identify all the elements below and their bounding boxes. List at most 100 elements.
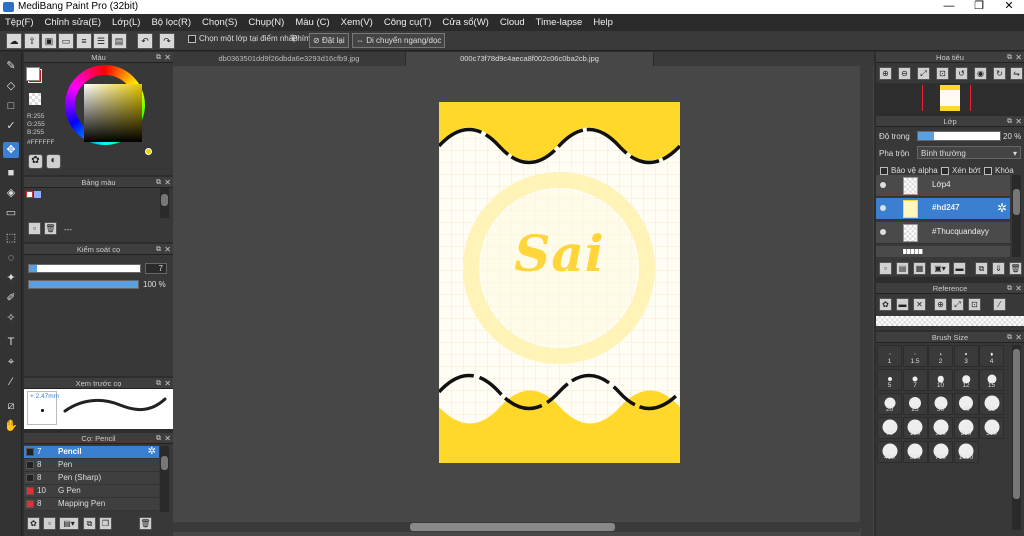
menu-window[interactable]: Cửa sổ(W) xyxy=(442,17,488,28)
brush-size-option[interactable]: 25 xyxy=(902,393,928,415)
fit-icon[interactable]: ⤢ xyxy=(917,67,930,80)
export-icon[interactable]: ▤ xyxy=(111,33,127,49)
add-brush-icon[interactable]: ✿ xyxy=(27,517,40,530)
rotate-left-icon[interactable]: ↺ xyxy=(955,67,968,80)
select-rect-tool-icon[interactable]: ⬚ xyxy=(3,230,19,246)
brush-list-scrollbar[interactable] xyxy=(160,446,169,512)
save-icon[interactable]: ▣ xyxy=(41,33,57,49)
brush-size-option[interactable]: 30 xyxy=(928,393,953,415)
saturation-box[interactable] xyxy=(84,84,142,142)
brush-menu-icon[interactable]: ▤▾ xyxy=(59,517,79,530)
menu-file[interactable]: Tệp(F) xyxy=(5,17,34,28)
undock-icon[interactable]: ⧉ xyxy=(156,433,161,444)
brush-item-pen-sharp[interactable]: 8 Pen (Sharp) xyxy=(24,472,159,485)
brush-size-option[interactable]: 15 xyxy=(979,369,1004,391)
menu-filter[interactable]: Bộ lọc(R) xyxy=(151,17,191,28)
eraser-tool-icon[interactable]: ◇ xyxy=(3,78,19,94)
close-panel-icon[interactable]: ✕ xyxy=(164,52,171,63)
brush-opacity-slider[interactable] xyxy=(28,280,139,289)
duplicate-layer-icon[interactable]: ⧉ xyxy=(975,262,988,275)
close-panel-icon[interactable]: ✕ xyxy=(164,244,171,255)
color-mode-icon[interactable]: ◐ xyxy=(46,154,61,169)
canvas-area[interactable]: db0363501dd9f26dbda6e3293d16cfb9.jpg 000… xyxy=(173,52,874,536)
duplicate-brush-icon[interactable]: ⧉ xyxy=(83,517,96,530)
zoom-in-icon[interactable]: ⊕ xyxy=(934,298,947,311)
eye-icon[interactable] xyxy=(880,229,886,235)
new-halftone-icon[interactable]: ▦ xyxy=(913,262,926,275)
shape-tool-icon[interactable]: □ xyxy=(3,98,19,114)
eyedropper-icon[interactable]: ⁄ xyxy=(993,298,1006,311)
menu-help[interactable]: Help xyxy=(593,17,613,28)
layer-item[interactable]: #Thucquandayy xyxy=(876,222,1010,244)
pen-tool-icon[interactable]: ✓ xyxy=(3,118,19,134)
cloud-icon[interactable]: ☁ xyxy=(6,33,22,49)
menu-snap[interactable]: Chụp(N) xyxy=(248,17,284,28)
restore-button[interactable]: ❐ xyxy=(964,0,994,14)
close-panel-icon[interactable]: ✕ xyxy=(1015,116,1022,127)
close-button[interactable]: ✕ xyxy=(994,0,1024,14)
brush-size-scrollbar[interactable] xyxy=(1012,345,1021,530)
close-panel-icon[interactable]: ✕ xyxy=(164,177,171,188)
canvas-horizontal-scrollbar[interactable] xyxy=(173,522,860,532)
layer-item[interactable]: Lớp4 xyxy=(876,175,1010,197)
undock-icon[interactable]: ⧉ xyxy=(156,244,161,255)
close-reference-icon[interactable]: ✕ xyxy=(913,298,926,311)
close-panel-icon[interactable]: ✕ xyxy=(1015,283,1022,294)
divide-tool-icon[interactable]: ⧄ xyxy=(3,398,19,414)
layer-scrollbar[interactable] xyxy=(1012,175,1021,257)
list-icon[interactable]: ☰ xyxy=(93,33,109,49)
new-brush-icon[interactable]: ▫ xyxy=(43,517,56,530)
gear-icon[interactable]: ✲ xyxy=(997,201,1007,215)
undock-icon[interactable]: ⧉ xyxy=(156,177,161,188)
eye-icon[interactable] xyxy=(880,182,886,188)
brush-size-option[interactable]: 40 xyxy=(953,393,979,415)
cloud-icon[interactable]: ✿ xyxy=(879,298,892,311)
brush-size-option[interactable]: 5 xyxy=(877,369,902,391)
menu-cloud[interactable]: Cloud xyxy=(500,17,525,28)
undock-icon[interactable]: ⧉ xyxy=(156,378,161,389)
undo-icon[interactable]: ↶ xyxy=(137,33,153,49)
close-panel-icon[interactable]: ✕ xyxy=(1015,52,1022,63)
comment-icon[interactable]: ▭ xyxy=(58,33,74,49)
clipping-checkbox[interactable]: Xén bớt xyxy=(941,166,980,175)
artwork[interactable]: Sai xyxy=(439,102,680,463)
undock-icon[interactable]: ⧉ xyxy=(156,52,161,63)
upload-icon[interactable]: ⇧ xyxy=(24,33,40,49)
brush-size-option[interactable]: 100 xyxy=(902,417,928,439)
transparent-swatch[interactable] xyxy=(29,93,41,105)
palette-mode-icon[interactable]: ✿ xyxy=(28,154,43,169)
zoom-out-icon[interactable]: ⊖ xyxy=(898,67,911,80)
blend-mode-select[interactable]: Bình thường ▾ xyxy=(917,146,1021,159)
delete-layer-icon[interactable]: 🗑 xyxy=(1009,262,1022,275)
brush-size-slider[interactable] xyxy=(28,264,141,273)
layer-opacity-slider[interactable] xyxy=(917,131,1001,141)
minimize-button[interactable]: — xyxy=(934,0,964,14)
brush-size-option[interactable]: 400 xyxy=(877,441,902,463)
brush-size-option[interactable]: 70 xyxy=(877,417,902,439)
merge-layer-icon[interactable]: ⇓ xyxy=(992,262,1005,275)
brush-settings-icon[interactable]: ❐ xyxy=(99,517,112,530)
brush-item-pencil[interactable]: 7 Pencil ✲ xyxy=(24,446,159,459)
undock-icon[interactable]: ⧉ xyxy=(1007,116,1012,127)
brush-size-option[interactable]: 4 xyxy=(979,345,1004,367)
close-panel-icon[interactable]: ✕ xyxy=(1015,332,1022,343)
brush-size-option[interactable]: 1.5 xyxy=(902,345,928,367)
new-layer-icon[interactable]: ▫ xyxy=(879,262,892,275)
layer-menu-icon[interactable]: ▣▾ xyxy=(930,262,950,275)
brush-item-pen[interactable]: 8 Pen xyxy=(24,459,159,472)
menu-tools[interactable]: Công cụ(T) xyxy=(384,17,432,28)
brush-size-option[interactable]: 500 xyxy=(902,441,928,463)
close-panel-icon[interactable]: ✕ xyxy=(164,378,171,389)
delete-palette-icon[interactable]: 🗑 xyxy=(44,222,57,235)
brush-item-g-pen[interactable]: 10 G Pen xyxy=(24,485,159,498)
undock-icon[interactable]: ⧉ xyxy=(1007,332,1012,343)
menu-color[interactable]: Màu (C) xyxy=(295,17,329,28)
hue-picker[interactable] xyxy=(145,148,152,155)
primary-color-swatch[interactable] xyxy=(26,67,40,81)
layer-item-selected[interactable]: #hd247 ✲ xyxy=(876,198,1010,220)
fill-rect-tool-icon[interactable]: ■ xyxy=(3,165,19,181)
gradient-tool-icon[interactable]: ▭ xyxy=(3,205,19,221)
bucket-tool-icon[interactable]: ◈ xyxy=(3,185,19,201)
menu-select[interactable]: Chọn(S) xyxy=(202,17,237,28)
tab-file-1[interactable]: db0363501dd9f26dbda6e3293d16cfb9.jpg xyxy=(173,52,406,66)
